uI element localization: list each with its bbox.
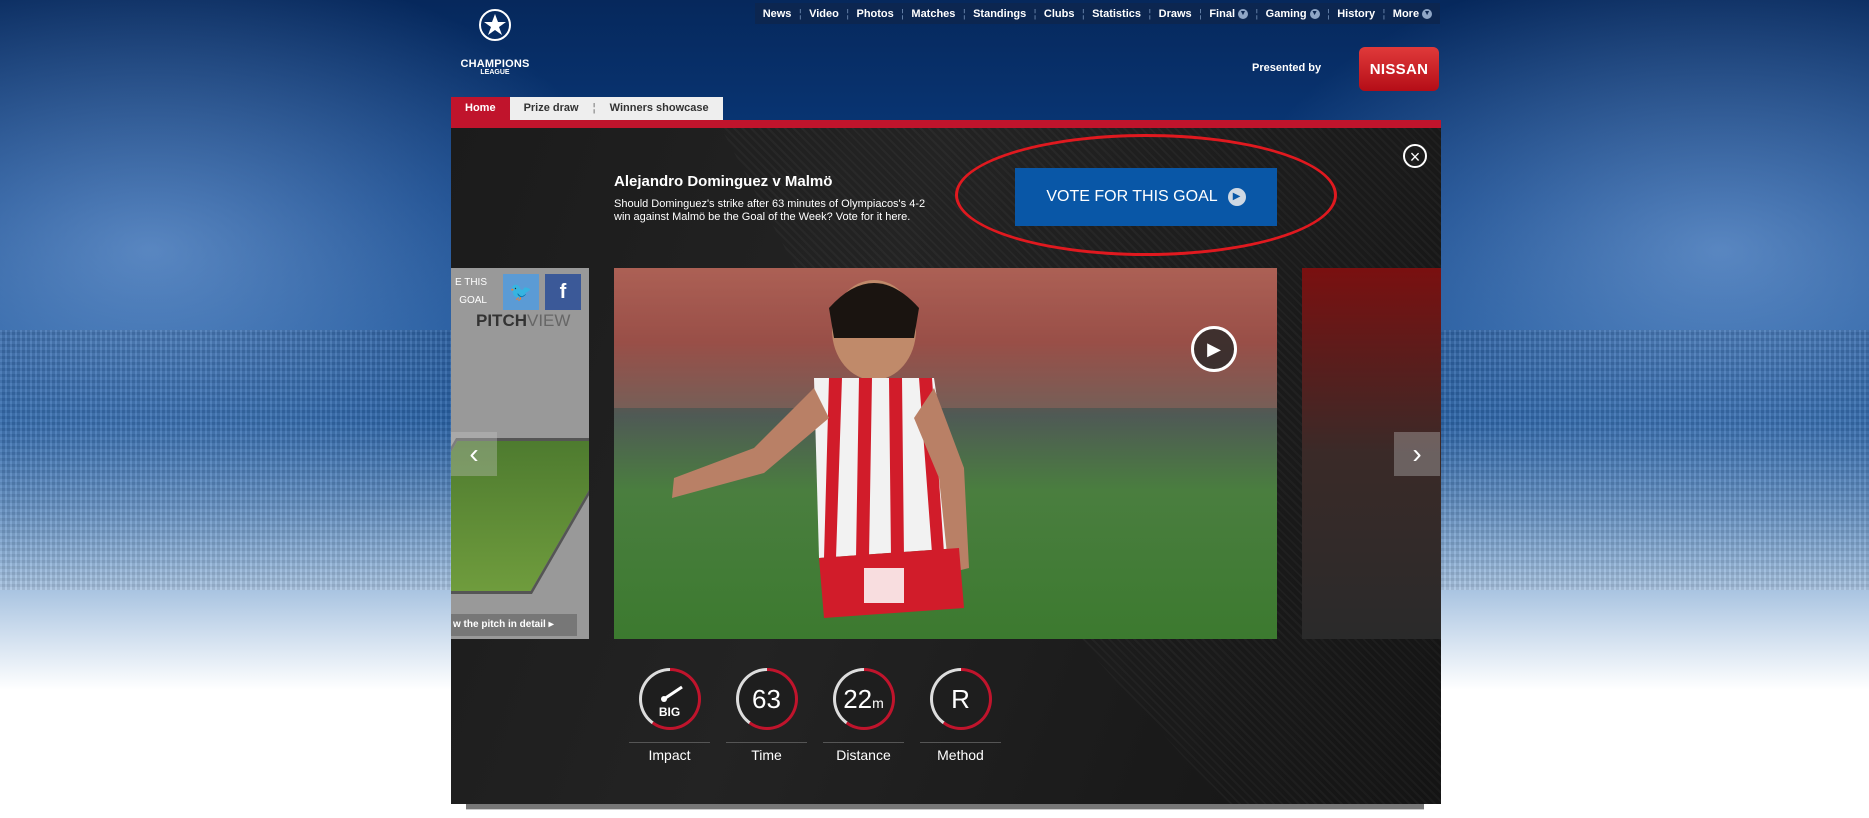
logo-subtitle: LEAGUE (480, 69, 510, 76)
stat-ring: 22m (832, 668, 895, 730)
nav-gaming[interactable]: Gaming ▼ (1266, 8, 1320, 20)
stat-distance-value-wrap: 22m (835, 671, 892, 727)
view-pitch-detail-link[interactable]: w the pitch in detail ▸ (451, 614, 577, 636)
tab-winners-showcase[interactable]: Winners showcase (595, 97, 723, 120)
nav-clubs[interactable]: Clubs (1044, 8, 1075, 20)
share-text: E THIS GOAL (451, 274, 487, 310)
detail-link-label: w the pitch in detail (453, 619, 546, 630)
stat-time-value: 63 (738, 671, 795, 727)
stat-impact-label: Impact (629, 742, 710, 763)
pitchview-title: PITCHVIEW (476, 311, 570, 331)
player-figure (614, 268, 1277, 618)
share-text-line-1: E THIS (454, 277, 487, 288)
nav-more[interactable]: More ▼ (1392, 7, 1433, 20)
impact-gauge: BIG (641, 671, 698, 727)
stat-ring: 63 (735, 668, 798, 730)
stadium-crowd-left (0, 330, 470, 590)
starball-icon (479, 9, 511, 41)
goal-panel: × Alejandro Dominguez v Malmö Should Dom… (451, 128, 1441, 804)
nav-final-label: Final (1209, 7, 1235, 20)
nav-standings[interactable]: Standings (973, 8, 1026, 20)
chevron-down-icon: ▼ (1309, 8, 1320, 19)
stat-method-label: Method (920, 742, 1001, 763)
chevron-down-icon: ▼ (1238, 8, 1248, 19)
goal-description: Should Dominguez's strike after 63 minut… (614, 198, 926, 223)
nav-statistics[interactable]: Statistics (1092, 8, 1141, 20)
stat-distance-unit: m (872, 695, 884, 711)
stat-distance-value: 22 (843, 684, 873, 714)
champions-league-logo[interactable]: CHAMPIONS LEAGUE (454, 6, 536, 84)
highlight-ellipse (955, 134, 1337, 256)
stat-time-label: Time (726, 742, 807, 763)
presented-by-label: Presented by (1252, 62, 1322, 74)
stadium-crowd-right (1399, 330, 1869, 590)
nav-video[interactable]: Video (809, 8, 839, 20)
stat-distance: 22m Distance (823, 668, 904, 763)
gauge-needle-icon (660, 685, 683, 702)
stat-method-value: R (932, 671, 989, 727)
nav-draws[interactable]: Draws (1159, 8, 1192, 20)
stat-ring: R (929, 668, 992, 730)
close-button[interactable]: × (1403, 144, 1427, 168)
sub-tabs: Home Prize draw ¦ Winners showcase (451, 97, 723, 120)
carousel-next-button[interactable]: › (1394, 432, 1440, 476)
chevron-down-icon: ▼ (1422, 8, 1433, 19)
accent-bar (451, 120, 1441, 128)
chevron-right-icon: › (1412, 438, 1422, 469)
goal-title: Alejandro Dominguez v Malmö (614, 173, 833, 190)
stat-method: R Method (920, 668, 1001, 763)
nav-news[interactable]: News (763, 8, 792, 20)
pitchview-title-b: VIEW (527, 311, 571, 330)
stat-impact: BIG Impact (629, 668, 710, 763)
play-video-icon[interactable]: ▶ (1191, 326, 1237, 372)
chevron-left-icon: ‹ (469, 438, 479, 469)
close-icon: × (1409, 147, 1421, 167)
nav-matches[interactable]: Matches (911, 8, 955, 20)
nav-final[interactable]: Final ▼ (1209, 8, 1248, 20)
tab-prize-draw[interactable]: Prize draw (509, 97, 593, 120)
panel-bottom-edge (466, 804, 1424, 810)
twitter-icon[interactable]: 🐦 (503, 274, 539, 310)
nissan-sponsor-logo[interactable]: NISSAN (1359, 47, 1439, 91)
goal-stats: BIG Impact 63 Time 22m Distance R Method (629, 668, 1001, 763)
stat-ring: BIG (638, 668, 701, 730)
stat-distance-label: Distance (823, 742, 904, 763)
tab-home[interactable]: Home (451, 97, 510, 120)
stat-time: 63 Time (726, 668, 807, 763)
nav-photos[interactable]: Photos (856, 8, 893, 20)
nav-history[interactable]: History (1337, 8, 1375, 20)
pitchview-title-a: PITCH (476, 311, 527, 330)
nav-more-label: More (1392, 7, 1420, 20)
top-nav: News ¦ Video ¦ Photos ¦ Matches ¦ Standings ¦… (755, 3, 1440, 24)
share-text-line-2: GOAL (459, 295, 487, 306)
carousel-prev-button[interactable]: ‹ (451, 432, 497, 476)
nav-gaming-label: Gaming (1265, 7, 1307, 20)
logo-title: CHAMPIONS (460, 58, 530, 70)
stat-impact-sub: BIG (658, 705, 681, 719)
goal-photo[interactable]: ▶ (614, 268, 1277, 639)
facebook-icon[interactable]: f (545, 274, 581, 310)
